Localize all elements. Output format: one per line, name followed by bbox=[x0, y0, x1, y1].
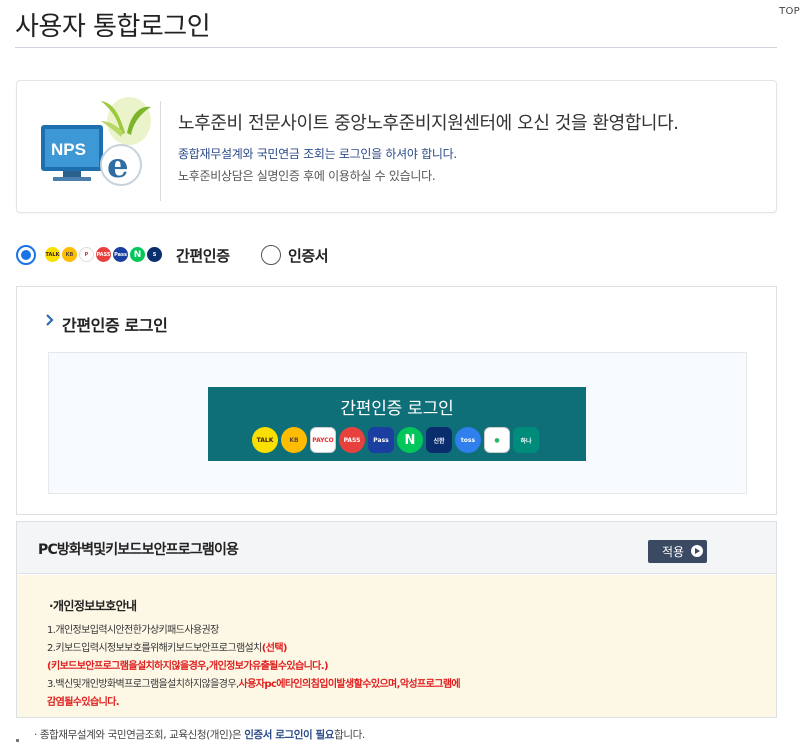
banksalad-icon: ● bbox=[484, 427, 510, 453]
nps-logo-icon: NPS e bbox=[41, 97, 151, 186]
privacy-line-2-text: 2.키보드입력시정보보호를위해키보드보안프로그램설치 bbox=[47, 643, 262, 654]
welcome-consult-notice: 노후준비상담은 실명인증 후에 이용하실 수 있습니다. bbox=[178, 169, 436, 183]
easy-auth-login-button[interactable]: 간편인증 로그인 TALK KB PAYCO PASS Pass N 신한 toss ● 하나 bbox=[208, 387, 586, 461]
apply-button[interactable]: 적용 bbox=[648, 540, 707, 563]
naver-icon: N bbox=[397, 427, 423, 453]
easy-auth-heading: 간편인증 로그인 bbox=[46, 312, 168, 336]
payco-icon: P bbox=[79, 247, 94, 262]
page-title: 사용자 통합로그인 bbox=[15, 12, 211, 42]
kakao-icon: TALK bbox=[45, 247, 60, 262]
easy-auth-login-button-label: 간편인증 로그인 bbox=[340, 399, 454, 419]
welcome-box: NPS e 노후준비 전문사이트 중앙노후준비지원센터에 오신 것을 환영합니다… bbox=[16, 80, 777, 213]
shinhan-icon: 신한 bbox=[426, 427, 452, 453]
payco-icon: PAYCO bbox=[310, 427, 336, 453]
privacy-line-2: 2.키보드입력시정보보호를위해키보드보안프로그램설치(선택) bbox=[47, 639, 288, 654]
welcome-divider bbox=[160, 101, 161, 201]
security-panel: PC방화벽및키보드보안프로그램이용 적용 ·개인정보보호안내 1.개인정보입력시… bbox=[16, 521, 777, 718]
easy-auth-inner-box: 간편인증 로그인 TALK KB PAYCO PASS Pass N 신한 toss ● 하나 bbox=[48, 352, 747, 494]
top-link[interactable]: TOP bbox=[779, 6, 800, 17]
certificate-footnote: · 종합재무설계와 국민연금조회, 교육신청(개인)은 인증서 로그인이 필요합… bbox=[34, 727, 365, 742]
title-divider bbox=[15, 47, 777, 48]
privacy-line-5: 감염될수있습니다. bbox=[47, 697, 120, 708]
shinhan-icon: S bbox=[147, 247, 162, 262]
hana-icon: 하나 bbox=[513, 427, 539, 453]
footnote-prefix: · 종합재무설계와 국민연금조회, 교육신청(개인)은 bbox=[34, 729, 245, 741]
security-header: PC방화벽및키보드보안프로그램이용 적용 bbox=[17, 522, 776, 574]
samsung-pass-icon: Pass bbox=[368, 427, 394, 453]
kb-icon: KB bbox=[62, 247, 77, 262]
easy-auth-radio[interactable] bbox=[16, 245, 36, 265]
welcome-heading: 노후준비 전문사이트 중앙노후준비지원센터에 오신 것을 환영합니다. bbox=[178, 113, 679, 134]
login-method-selector: TALK KB P PASS Pass N S 간편인증 인증서 bbox=[16, 244, 516, 268]
toss-icon: toss bbox=[455, 427, 481, 453]
privacy-notice: ·개인정보보호안내 1.개인정보입력시안전한가상키패드사용권장 2.키보드입력시… bbox=[17, 575, 776, 717]
kakao-icon: TALK bbox=[252, 427, 278, 453]
security-title: PC방화벽및키보드보안프로그램이용 bbox=[38, 542, 239, 558]
easy-auth-panel: 간편인증 로그인 간편인증 로그인 TALK KB PAYCO PASS Pass N 신한… bbox=[16, 286, 777, 515]
login-provider-icons: TALK KB PAYCO PASS Pass N 신한 toss ● 하나 bbox=[252, 427, 539, 453]
easy-auth-heading-text: 간편인증 로그인 bbox=[62, 316, 168, 335]
privacy-line-4-text: 3.백신및개인방화벽프로그램을설치하지않을경우, bbox=[47, 679, 239, 690]
privacy-title: ·개인정보보호안내 bbox=[49, 599, 137, 613]
privacy-line-1: 1.개인정보입력시안전한가상키패드사용권장 bbox=[47, 625, 219, 636]
arrow-right-icon bbox=[691, 545, 703, 557]
samsung-pass-icon: Pass bbox=[113, 247, 128, 262]
footnote-highlight: 인증서 로그인이 필요 bbox=[244, 729, 335, 741]
privacy-line-3: (키보드보안프로그램을설치하지않을경우,개인정보가유출될수있습니다.) bbox=[47, 661, 329, 672]
naver-icon: N bbox=[130, 247, 145, 262]
footer-dot bbox=[16, 739, 19, 742]
privacy-line-4-warning: 사용자pc에타인의침입이발생할수있으며,악성프로그램에 bbox=[238, 679, 461, 690]
privacy-line-4: 3.백신및개인방화벽프로그램을설치하지않을경우,사용자pc에타인의침입이발생할수… bbox=[47, 675, 461, 690]
easy-auth-provider-icons: TALK KB P PASS Pass N S bbox=[45, 247, 162, 262]
kb-icon: KB bbox=[281, 427, 307, 453]
privacy-line-2-optional: (선택) bbox=[261, 643, 288, 654]
easy-auth-label[interactable]: 간편인증 bbox=[176, 245, 230, 266]
certificate-radio[interactable] bbox=[261, 245, 281, 265]
welcome-login-notice: 종합재무설계와 국민연금 조회는 로그인을 하셔야 합니다. bbox=[178, 147, 457, 161]
footnote-suffix: 합니다. bbox=[334, 729, 365, 741]
pass-icon: PASS bbox=[339, 427, 365, 453]
svg-text:e: e bbox=[107, 146, 129, 186]
apply-button-label: 적용 bbox=[662, 545, 685, 559]
nps-logo-text: NPS bbox=[51, 140, 86, 159]
certificate-label[interactable]: 인증서 bbox=[288, 245, 329, 266]
pass-icon: PASS bbox=[96, 247, 111, 262]
